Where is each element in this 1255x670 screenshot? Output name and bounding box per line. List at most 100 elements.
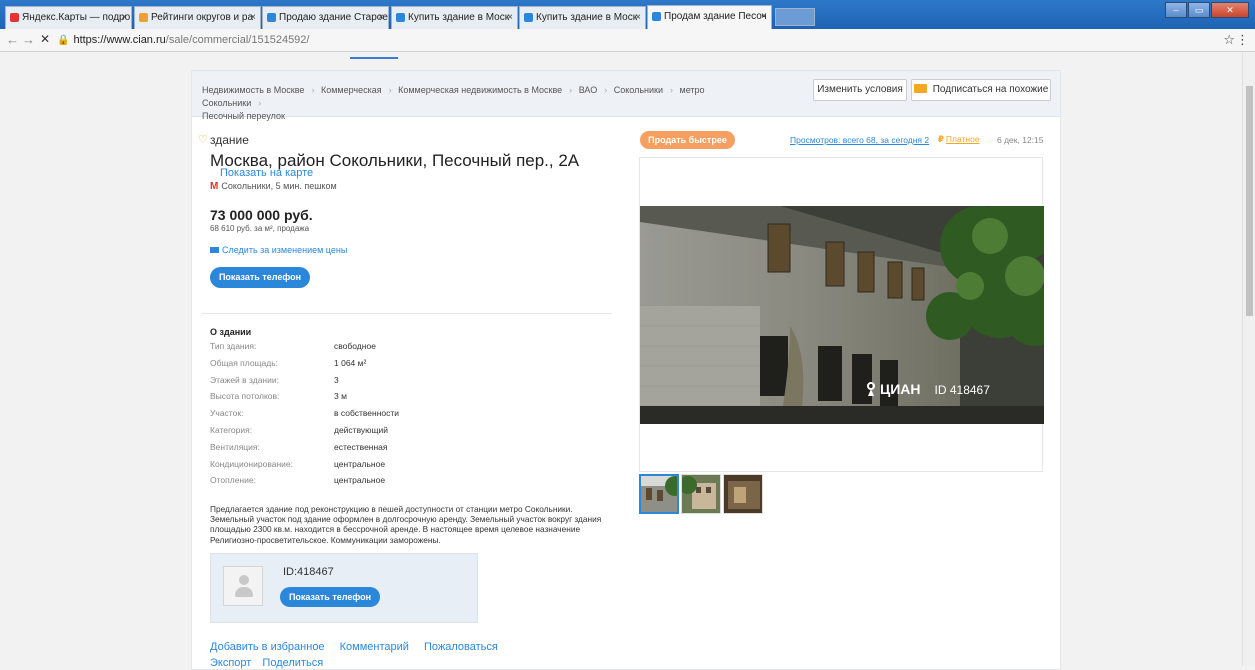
new-tab-button[interactable] xyxy=(775,8,815,26)
spec-label: Участок: xyxy=(210,408,244,419)
breadcrumb-item[interactable]: Песочный переулок xyxy=(202,111,285,121)
follow-price-label: Следить за изменением цены xyxy=(222,245,348,255)
browser-tab-label: Купить здание в Моск xyxy=(408,12,510,23)
spec-value: 1 064 м² xyxy=(334,357,367,368)
spec-row: Этажей в здании: 3 xyxy=(210,375,510,392)
agent-show-phone-button[interactable]: Показать телефон xyxy=(280,587,380,607)
browser-tab[interactable]: Купить здание в Моск × xyxy=(391,6,518,29)
metro-station[interactable]: Сокольники, xyxy=(221,181,273,191)
listing-actions: Добавить в избранное Комментарий Пожалов… xyxy=(210,641,510,653)
envelope-icon xyxy=(913,84,927,93)
browser-tab-label: Продаю здание Старое xyxy=(279,12,388,23)
spec-value: центральное xyxy=(334,475,386,486)
about-building-title: О здании xyxy=(210,327,252,337)
spec-row: Категория: действующий xyxy=(210,425,510,442)
maximize-button[interactable]: ▭ xyxy=(1188,2,1210,18)
breadcrumb-item[interactable]: Недвижимость в Москве xyxy=(202,85,304,95)
back-button[interactable]: ← xyxy=(6,32,19,47)
browser-tab[interactable]: Продам здание Песоч × xyxy=(647,5,772,29)
complain-link[interactable]: Пожаловаться xyxy=(424,641,498,653)
browser-menu-icon[interactable]: ⋮ xyxy=(1236,32,1249,48)
spec-value: 3 xyxy=(334,374,339,385)
show-on-map-link[interactable]: Показать на карте xyxy=(220,167,313,179)
close-tab-icon[interactable]: × xyxy=(507,7,513,28)
favorite-heart-icon[interactable]: ♡ xyxy=(198,133,208,146)
close-tab-icon[interactable]: × xyxy=(635,7,641,28)
url-input[interactable]: 🔒 https://www.cian.ru/sale/commercial/151… xyxy=(57,31,1222,50)
minimize-button[interactable]: – xyxy=(1165,2,1187,18)
close-tab-icon[interactable]: × xyxy=(378,7,384,28)
spec-label: Кондиционирование: xyxy=(210,458,293,469)
export-link[interactable]: Экспорт xyxy=(210,657,251,669)
follow-price-link[interactable]: Следить за изменением цены xyxy=(210,245,347,255)
breadcrumb-item[interactable]: Коммерческая недвижимость в Москве xyxy=(398,85,562,95)
spec-value: действующий xyxy=(334,424,389,435)
listing-card: Недвижимость в Москве › Коммерческая › Ком… xyxy=(191,70,1061,670)
address-bar: ← → ✕ 🔒 https://www.cian.ru/sale/commerci… xyxy=(0,29,1255,52)
share-link[interactable]: Поделиться xyxy=(262,657,323,669)
browser-tab[interactable]: Рейтинги округов и ра × xyxy=(134,6,261,29)
breadcrumb-bar: Недвижимость в Москве › Коммерческая › Ком… xyxy=(192,71,1060,121)
yandex-maps-icon xyxy=(10,13,19,22)
browser-tab-label: Рейтинги округов и ра xyxy=(151,12,254,23)
breadcrumb-item[interactable]: Коммерческая xyxy=(321,85,382,95)
metro-icon: M xyxy=(210,181,219,192)
breadcrumb: Недвижимость в Москве › Коммерческая › Ком… xyxy=(202,85,705,121)
avatar xyxy=(223,566,263,606)
spec-row: Отопление: центральное xyxy=(210,475,510,492)
stop-button[interactable]: ✕ xyxy=(40,32,50,46)
subscribe-similar-button[interactable]: Подписаться на похожие xyxy=(911,79,1051,101)
scrollbar-thumb[interactable] xyxy=(1246,86,1253,316)
page-icon xyxy=(524,13,533,22)
photo-gallery[interactable]: ЦИАН ID 418467 xyxy=(639,157,1044,472)
forward-button[interactable]: → xyxy=(22,32,35,47)
building-specs: Тип здания: свободное Общая площадь: 1 064 … xyxy=(210,341,510,492)
cian-watermark: ЦИАН ID 418467 xyxy=(866,381,990,397)
price: 73 000 000 руб. xyxy=(210,207,313,223)
bookmark-star-icon[interactable]: ☆ xyxy=(1223,32,1235,48)
nav-active-indicator xyxy=(350,57,398,59)
close-tab-icon[interactable]: × xyxy=(761,6,767,27)
window-controls: – ▭ ✕ xyxy=(1164,2,1249,18)
views-counter[interactable]: Просмотров: всего 68, за сегодня 2 xyxy=(790,135,929,145)
browser-tab[interactable]: Яндекс.Карты — подро × xyxy=(5,6,132,29)
paid-badge[interactable]: ₽ Платное xyxy=(938,134,980,145)
sell-faster-button[interactable]: Продать быстрее xyxy=(640,131,735,149)
url-host: https://www.cian.ru xyxy=(73,34,166,46)
watermark-id: ID 418467 xyxy=(934,383,990,397)
browser-tab[interactable]: Продаю здание Старое × xyxy=(262,6,389,29)
cian-pin-icon xyxy=(867,382,875,396)
listing-actions-2: Экспорт Поделиться xyxy=(210,657,331,669)
watermark-brand: ЦИАН xyxy=(880,381,921,397)
add-favorite-link[interactable]: Добавить в избранное xyxy=(210,641,325,653)
page-icon xyxy=(396,13,405,22)
subscribe-label: Подписаться на похожие xyxy=(932,84,1049,95)
loading-icon xyxy=(652,12,661,21)
spec-label: Тип здания: xyxy=(210,341,257,351)
spec-row: Общая площадь: 1 064 м² xyxy=(210,358,510,375)
spec-label: Отопление: xyxy=(210,475,256,486)
photo-thumbnail[interactable] xyxy=(639,474,679,514)
spec-row: Участок: в собственности xyxy=(210,408,510,425)
change-conditions-button[interactable]: Изменить условия xyxy=(813,79,907,101)
photo-thumbnail[interactable] xyxy=(723,474,763,514)
comment-link[interactable]: Комментарий xyxy=(340,641,409,653)
close-tab-icon[interactable]: × xyxy=(121,7,127,28)
page-scrollbar[interactable] xyxy=(1242,52,1255,666)
breadcrumb-item[interactable]: Сокольники xyxy=(614,85,663,95)
spec-label: Высота потолков: xyxy=(210,391,280,402)
spec-label: Вентиляция: xyxy=(210,441,260,452)
photo-thumbnail[interactable] xyxy=(681,474,721,514)
ruble-icon: ₽ xyxy=(938,134,944,144)
spec-value: центральное xyxy=(334,458,386,469)
spec-label: Этажей в здании: xyxy=(210,374,279,385)
show-phone-button[interactable]: Показать телефон xyxy=(210,267,310,288)
main-photo[interactable]: ЦИАН ID 418467 xyxy=(640,206,1044,424)
breadcrumb-item[interactable]: ВАО xyxy=(579,85,598,95)
browser-tab[interactable]: Купить здание в Моск × xyxy=(519,6,646,29)
close-window-button[interactable]: ✕ xyxy=(1211,2,1249,18)
metro-info: M Сокольники, 5 мин. пешком xyxy=(210,181,337,192)
agent-card: ID:418467 Показать телефон xyxy=(210,553,478,623)
property-kind: здание xyxy=(210,133,249,147)
close-tab-icon[interactable]: × xyxy=(250,7,256,28)
